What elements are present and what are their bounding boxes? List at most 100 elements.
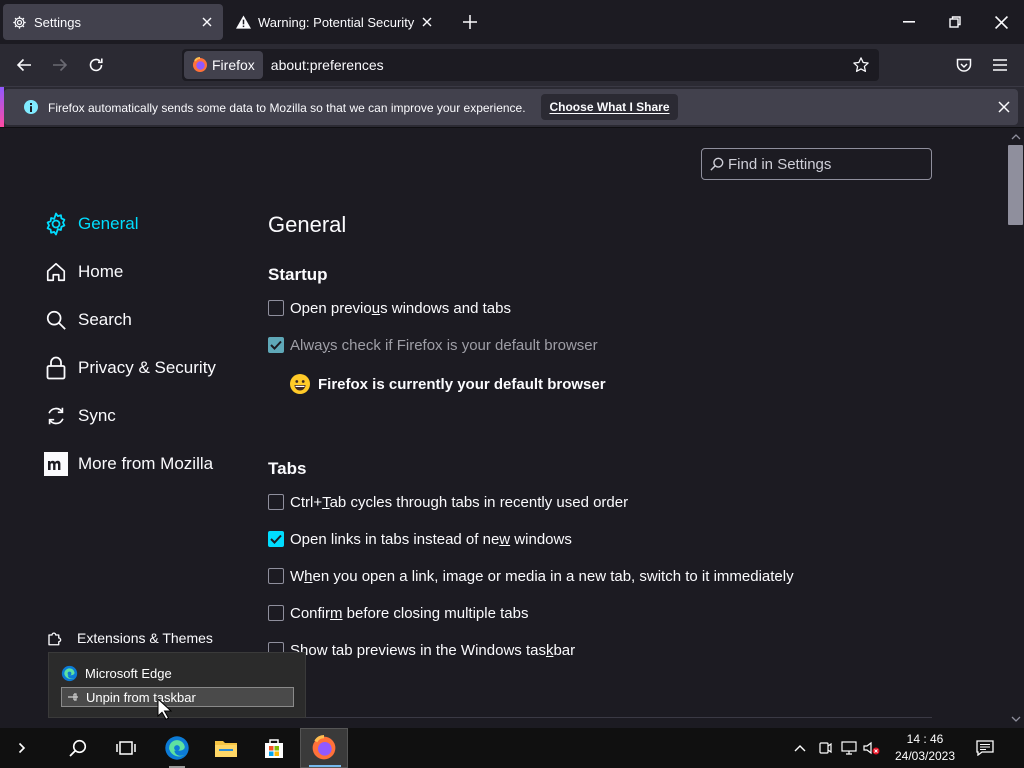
pocket-icon[interactable] [948,50,980,80]
startup-heading: Startup [268,265,328,284]
search-icon [44,308,68,332]
always-check-default-checkbox[interactable]: Always check if Firefox is your default … [268,333,598,357]
warning-icon [235,14,251,30]
jump-list-app-name: Microsoft Edge [85,666,172,681]
show-more-chevron-icon[interactable] [0,728,44,768]
identity-box[interactable]: Firefox [184,51,263,79]
url-text[interactable]: about:preferences [271,57,384,73]
notifications-icon[interactable] [975,738,995,758]
system-clock[interactable]: 14 : 46 24/03/2023 [886,731,964,765]
choose-what-i-share-label: Choose What I Share [549,100,670,114]
notification-box: Firefox automatically sends some data to… [4,89,1018,125]
confirm-closing-tabs-checkbox[interactable]: Confirm before closing multiple tabs [268,601,528,625]
tab-settings[interactable]: Settings [3,4,223,40]
pin-icon [68,693,78,701]
sidebar-item-privacy-security[interactable]: Privacy & Security [44,352,216,384]
menu-icon[interactable] [984,50,1016,80]
taskbar-firefox-icon[interactable] [300,728,348,768]
notification-accent [0,87,4,127]
choose-what-i-share-button[interactable]: Choose What I Share [541,94,678,120]
tab-strip: Settings Warning: Potential Security Ris… [0,0,1024,44]
tray-overflow-chevron-icon[interactable] [790,738,810,758]
puzzle-icon [44,627,66,649]
navigation-toolbar: Firefox about:preferences [0,44,1024,86]
tab-previews-taskbar-checkbox[interactable]: Show tab previews in the Windows taskbar [268,638,575,662]
clock-date: 24/03/2023 [894,749,956,763]
microsoft-store-icon[interactable] [250,728,298,768]
default-browser-text: Firefox is currently your default browse… [318,375,606,393]
volume-muted-icon[interactable] [862,738,882,758]
sidebar-item-sync[interactable]: Sync [44,400,116,432]
sidebar-item-more-from-mozilla[interactable]: More from Mozilla [44,448,213,480]
close-tab-icon[interactable] [197,12,217,32]
sidebar-item-label: General [78,214,139,233]
sidebar-item-label: More from Mozilla [78,454,214,473]
tab-title: Settings [34,14,81,30]
tab-security-warning[interactable]: Warning: Potential Security Risk [227,4,443,40]
info-icon [24,100,38,114]
gear-icon [44,212,68,236]
checkbox[interactable] [268,337,284,353]
jump-list-app[interactable]: Microsoft Edge [61,665,172,682]
sidebar-item-label: Privacy & Security [78,358,216,377]
checkbox-label: When you open a link, image or media in … [290,567,794,585]
open-previous-windows-checkbox[interactable]: Open previous windows and tabs [268,296,511,320]
sidebar-item-label: Search [78,310,132,329]
windows-taskbar: 14 : 46 24/03/2023 [0,728,1024,768]
find-in-settings-box[interactable] [701,148,932,180]
identity-label: Firefox [212,57,255,73]
tabs-heading: Tabs [268,459,307,478]
mouse-cursor-icon [157,698,173,720]
close-tab-icon[interactable] [417,12,437,32]
open-links-in-tabs-checkbox[interactable]: Open links in tabs instead of new window… [268,527,572,551]
running-indicator [309,765,341,767]
find-in-settings-input[interactable] [728,155,928,173]
network-icon[interactable] [839,738,859,758]
search-icon [710,157,724,171]
tab-title: Warning: Potential Security Risk [258,14,417,30]
taskbar-jump-list: Microsoft Edge Unpin from taskbar [48,652,306,718]
sync-icon [44,404,68,428]
edge-icon [61,665,78,682]
back-button[interactable] [8,50,40,80]
bookmark-star-icon[interactable] [849,53,873,77]
forward-button[interactable] [44,50,76,80]
checkbox[interactable] [268,531,284,547]
ctrl-tab-checkbox[interactable]: Ctrl+Tab cycles through tabs in recently… [268,490,628,514]
meet-now-icon[interactable] [815,738,835,758]
checkbox-label: Confirm before closing multiple tabs [290,604,529,622]
checkbox[interactable] [268,494,284,510]
reload-button[interactable] [80,50,112,80]
checkbox-label: Always check if Firefox is your default … [290,336,598,354]
close-window-button[interactable] [978,0,1024,44]
switch-to-new-tab-checkbox[interactable]: When you open a link, image or media in … [268,564,794,588]
new-tab-button[interactable] [456,8,484,36]
checkbox[interactable] [268,605,284,621]
notification-bar: Firefox automatically sends some data to… [0,86,1024,128]
restore-button[interactable] [932,0,978,44]
sidebar-item-search[interactable]: Search [44,304,132,336]
url-bar[interactable]: Firefox about:preferences [182,49,879,81]
checkbox[interactable] [268,568,284,584]
scroll-down-icon[interactable] [1008,711,1024,727]
minimize-button[interactable] [886,0,932,44]
taskbar-search-icon[interactable] [54,728,102,768]
close-notification-icon[interactable] [994,97,1014,117]
taskbar-edge-icon[interactable] [153,728,201,768]
clock-time: 14 : 46 [906,732,944,746]
scroll-up-icon[interactable] [1008,129,1024,145]
divider [268,717,932,718]
checkbox[interactable] [268,300,284,316]
sidebar-item-label: Home [78,262,124,281]
scrollbar-thumb[interactable] [1008,145,1023,225]
sidebar-item-label: Sync [78,406,116,425]
file-explorer-icon[interactable] [202,728,250,768]
checkbox-label: Open previous windows and tabs [290,299,511,317]
unpin-from-taskbar-item[interactable]: Unpin from taskbar [61,687,294,707]
gear-icon [11,14,27,30]
task-view-icon[interactable] [102,728,150,768]
sidebar-item-general[interactable]: General [44,208,138,240]
sidebar-extensions-themes[interactable]: Extensions & Themes [44,626,213,650]
screen: Settings Warning: Potential Security Ris… [0,0,1024,768]
sidebar-item-home[interactable]: Home [44,256,123,288]
